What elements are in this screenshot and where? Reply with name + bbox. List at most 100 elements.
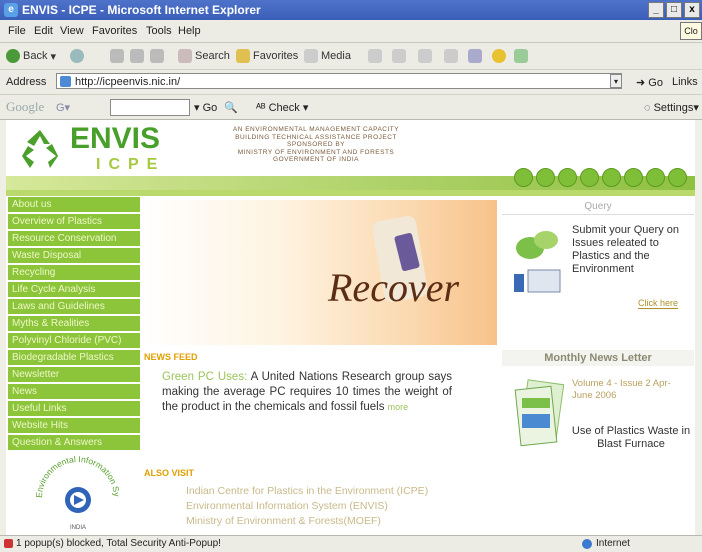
window-controls: _ □ x — [648, 2, 700, 18]
menu-file[interactable]: File — [8, 25, 26, 37]
window-titlebar: e ENVIS - ICPE - Microsoft Internet Expl… — [0, 0, 702, 20]
nav-circle-icon[interactable] — [668, 168, 687, 187]
google-search-input[interactable] — [110, 99, 190, 116]
home-button[interactable] — [150, 49, 164, 63]
ie-logo-icon: e — [4, 3, 18, 17]
address-go-button[interactable]: ➜ Go — [636, 76, 663, 89]
nav-circle-icon[interactable] — [514, 168, 533, 187]
nav-myths-and-realities[interactable]: Myths & Realities — [8, 316, 140, 332]
link-moef[interactable]: Ministry of Environment & Forests(MOEF) — [186, 514, 428, 529]
nav-biodegradable-plastics[interactable]: Biodegradable Plastics — [8, 350, 140, 366]
nav-resource-conservation[interactable]: Resource Conservation — [8, 231, 140, 247]
nav-waste-disposal[interactable]: Waste Disposal — [8, 248, 140, 264]
window-title: ENVIS - ICPE - Microsoft Internet Explor… — [22, 3, 261, 17]
banner-word: Recover — [328, 265, 460, 310]
nav-circle-icon[interactable] — [602, 168, 621, 187]
discuss-icon — [468, 49, 482, 63]
nav-useful-links[interactable]: Useful Links — [8, 401, 140, 417]
search-button[interactable]: Search — [178, 49, 230, 63]
newsletter-title[interactable]: Use of Plastics Waste in Blast Furnace — [568, 425, 694, 451]
internet-zone-icon — [582, 539, 592, 549]
menu-help[interactable]: Help — [178, 25, 201, 37]
address-input[interactable]: http://icpeenvis.nic.in/ — [56, 73, 622, 89]
site-logo-envis[interactable]: ENVIS — [70, 122, 160, 156]
print-button[interactable] — [418, 49, 432, 63]
google-pagerank-icon[interactable]: 🔍 — [224, 101, 238, 114]
query-chat-icon — [514, 231, 561, 293]
close-tooltip: Clo — [680, 22, 702, 40]
query-heading: Query — [502, 200, 694, 215]
close-button[interactable]: x — [684, 2, 700, 18]
back-button[interactable]: Back ▾ — [6, 49, 56, 63]
newsletter-cover-icon[interactable] — [512, 378, 564, 456]
nav-recycling[interactable]: Recycling — [8, 265, 140, 281]
nav-circle-icon[interactable] — [624, 168, 643, 187]
news-lead[interactable]: Green PC Uses: — [162, 371, 247, 383]
nav-circle-icon[interactable] — [580, 168, 599, 187]
menu-view[interactable]: View — [60, 25, 84, 37]
favorites-button[interactable]: Favorites — [236, 49, 298, 63]
standard-toolbar: Back ▾ Search Favorites Media — [0, 43, 702, 70]
recycle-icon — [22, 130, 58, 168]
nav-newsletter[interactable]: Newsletter — [8, 367, 140, 383]
nav-news[interactable]: News — [8, 384, 140, 400]
stop-button[interactable] — [110, 49, 124, 63]
media-button[interactable]: Media — [304, 49, 351, 63]
popup-blocked-icon[interactable] — [4, 539, 13, 548]
google-settings-button[interactable]: ◌ Settings▾ — [644, 101, 699, 114]
also-visit-links: Indian Centre for Plastics in the Enviro… — [186, 484, 428, 529]
media-icon — [304, 49, 318, 63]
menu-tools[interactable]: Tools — [146, 25, 172, 37]
status-bar: 1 popup(s) blocked, Total Security Anti-… — [0, 535, 702, 552]
nav-overview-of-plastics[interactable]: Overview of Plastics — [8, 214, 140, 230]
envis-logo-sub: INDIA — [70, 525, 86, 531]
maximize-button[interactable]: □ — [666, 2, 682, 18]
menu-edit[interactable]: Edit — [34, 25, 53, 37]
print-icon — [418, 49, 432, 63]
menu-bar: File Edit View Favorites Tools Help — [0, 20, 702, 43]
envis-india-logo[interactable]: Environmental Information System INDIA — [28, 446, 128, 532]
menu-favorites[interactable]: Favorites — [92, 25, 137, 37]
newsletter-volume[interactable]: Volume 4 - Issue 2 Apr-June 2006 — [572, 378, 690, 402]
nav-laws-and-guidelines[interactable]: Laws and Guidelines — [8, 299, 140, 315]
google-menu-icon[interactable]: G▾ — [56, 101, 70, 114]
query-click-here-link[interactable]: Click here — [638, 298, 679, 309]
nav-circle-icon[interactable] — [646, 168, 665, 187]
refresh-icon — [130, 49, 144, 63]
forward-button[interactable] — [70, 49, 84, 63]
link-icpe[interactable]: Indian Centre for Plastics in the Enviro… — [186, 484, 428, 499]
favorites-icon — [236, 49, 250, 63]
google-go-button[interactable]: ▾ Go — [194, 101, 217, 114]
research-button[interactable] — [514, 49, 528, 63]
query-text: Submit your Query on Issues releated to … — [572, 224, 679, 275]
history-button[interactable] — [368, 49, 382, 63]
edit-button[interactable] — [444, 49, 458, 63]
nav-circle-icon[interactable] — [536, 168, 555, 187]
sub-header-bar — [6, 190, 696, 196]
discuss-button[interactable] — [468, 49, 482, 63]
mail-button[interactable] — [392, 49, 406, 63]
status-text: 1 popup(s) blocked, Total Security Anti-… — [16, 538, 221, 549]
research-icon — [514, 49, 528, 63]
refresh-button[interactable] — [130, 49, 144, 63]
links-button[interactable]: Links — [672, 76, 698, 88]
news-more-link[interactable]: more — [388, 402, 409, 412]
link-envis[interactable]: Environmental Information System (ENVIS) — [186, 499, 428, 514]
site-logo-icpe: ICPE — [96, 156, 166, 173]
stop-icon — [110, 49, 124, 63]
messenger-button[interactable] — [492, 49, 506, 63]
nav-life-cycle-analysis[interactable]: Life Cycle Analysis — [8, 282, 140, 298]
spell-check-button[interactable]: ᴬᴮ Check ▾ — [256, 101, 308, 114]
vertical-scrollbar[interactable] — [695, 120, 702, 535]
news-feed-label: NEWS FEED — [144, 352, 198, 362]
nav-website-hits[interactable]: Website Hits — [8, 418, 140, 434]
address-label: Address — [6, 76, 47, 88]
address-dropdown-icon[interactable]: ▾ — [610, 74, 622, 88]
back-arrow-icon — [6, 49, 20, 63]
page-icon — [60, 76, 71, 87]
nav-about-us[interactable]: About us — [8, 197, 140, 213]
minimize-button[interactable]: _ — [648, 2, 664, 18]
nav-pvc[interactable]: Polyvinyl Chloride (PVC) — [8, 333, 140, 349]
nav-circle-icon[interactable] — [558, 168, 577, 187]
newsletter-heading: Monthly News Letter — [502, 350, 694, 366]
